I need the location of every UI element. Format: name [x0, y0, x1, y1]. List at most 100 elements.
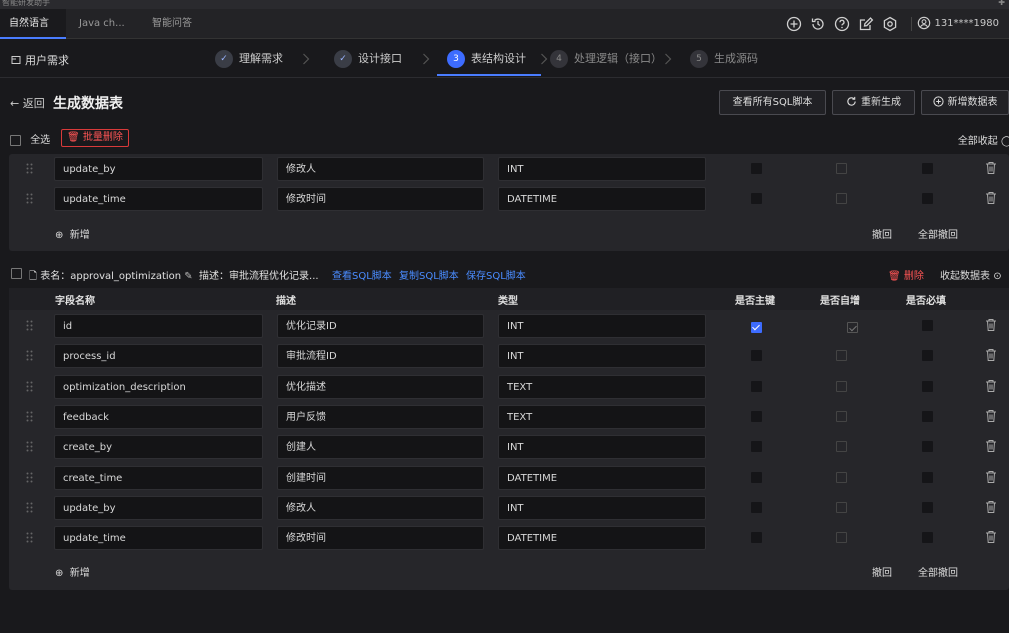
table-select-checkbox[interactable] [11, 268, 22, 279]
user-menu[interactable]: 131****1980 [917, 9, 999, 39]
add-table-button[interactable]: 新增数据表 [921, 90, 1009, 115]
tab-java-chat[interactable]: Java ch... [79, 9, 139, 39]
drag-handle-icon[interactable] [26, 532, 33, 543]
field-desc-input[interactable]: 修改人 [277, 495, 484, 520]
field-type-select[interactable]: DATETIME [498, 465, 706, 490]
trash-icon[interactable] [985, 409, 997, 423]
drag-handle-icon[interactable] [26, 193, 33, 204]
field-desc-input[interactable]: 修改时间 [277, 187, 484, 211]
edit-icon[interactable] [858, 16, 874, 32]
batch-delete-button[interactable]: 🗑 批量删除 [61, 129, 129, 147]
drag-handle-icon[interactable] [26, 411, 33, 422]
required-checkbox[interactable] [922, 501, 933, 513]
auto-increment-checkbox[interactable] [836, 350, 847, 362]
field-type-select[interactable]: INT [498, 495, 706, 520]
auto-increment-checkbox[interactable] [836, 532, 847, 544]
requirement-link[interactable]: 用户需求 [11, 52, 69, 68]
undo-all-button[interactable]: 全部撤回 [918, 564, 958, 579]
primary-key-checkbox[interactable] [751, 471, 762, 483]
settings-icon[interactable] [882, 16, 898, 32]
auto-increment-checkbox[interactable] [836, 163, 847, 174]
required-checkbox[interactable] [922, 410, 933, 422]
field-type-select[interactable]: INT [498, 314, 706, 338]
trash-icon[interactable] [985, 348, 997, 362]
primary-key-checkbox[interactable] [751, 380, 762, 392]
trash-icon[interactable] [985, 530, 997, 544]
field-name-input[interactable]: create_time [54, 465, 263, 490]
drag-handle-icon[interactable] [26, 502, 33, 513]
primary-key-checkbox[interactable] [751, 410, 762, 422]
field-desc-input[interactable]: 审批流程ID [277, 344, 484, 369]
primary-key-checkbox[interactable] [751, 501, 762, 513]
add-field-button[interactable]: ⊕ 新增 [55, 564, 90, 579]
field-type-select[interactable]: INT [498, 344, 706, 369]
trash-icon[interactable] [985, 318, 997, 332]
trash-icon[interactable] [985, 500, 997, 514]
tab-smart-qa[interactable]: 智能问答 [152, 9, 212, 39]
auto-increment-checkbox[interactable] [847, 321, 858, 333]
drag-handle-icon[interactable] [26, 320, 33, 331]
delete-table-button[interactable]: 🗑 删除 [888, 267, 924, 282]
undo-button[interactable]: 撤回 [872, 564, 892, 579]
auto-increment-checkbox[interactable] [836, 380, 847, 392]
collapse-all-button[interactable]: 全部收起 ◯ [958, 132, 1009, 148]
field-name-input[interactable]: process_id [54, 344, 263, 369]
drag-handle-icon[interactable] [26, 350, 33, 361]
primary-key-checkbox[interactable] [751, 163, 762, 174]
trash-icon[interactable] [985, 439, 997, 453]
required-checkbox[interactable] [922, 441, 933, 453]
collapse-table-button[interactable]: 收起数据表 ⊙ [940, 267, 1002, 282]
select-all-checkbox[interactable] [10, 134, 21, 146]
pin-icon[interactable]: ✚ [998, 0, 1005, 7]
field-name-input[interactable]: update_time [54, 526, 263, 551]
field-name-input[interactable]: update_by [54, 495, 263, 520]
history-icon[interactable] [810, 16, 826, 32]
field-name-input[interactable]: feedback [54, 404, 263, 429]
field-type-select[interactable]: TEXT [498, 374, 706, 399]
view-all-sql-button[interactable]: 查看所有SQL脚本 [719, 90, 826, 115]
field-name-input[interactable]: update_by [54, 157, 263, 181]
required-checkbox[interactable] [922, 471, 933, 483]
undo-button[interactable]: 撤回 [872, 226, 892, 241]
primary-key-checkbox[interactable] [751, 532, 762, 544]
required-checkbox[interactable] [922, 193, 933, 204]
plus-circle-icon[interactable] [786, 16, 802, 32]
back-button[interactable]: ← 返回 [10, 95, 45, 111]
trash-icon[interactable] [985, 161, 997, 175]
field-name-input[interactable]: optimization_description [54, 374, 263, 399]
drag-handle-icon[interactable] [26, 472, 33, 483]
required-checkbox[interactable] [922, 163, 933, 174]
auto-increment-checkbox[interactable] [836, 410, 847, 422]
required-checkbox[interactable] [922, 350, 933, 362]
auto-increment-checkbox[interactable] [836, 193, 847, 204]
drag-handle-icon[interactable] [26, 163, 33, 174]
required-checkbox[interactable] [922, 380, 933, 392]
edit-icon[interactable]: ✎ [184, 271, 192, 282]
help-icon[interactable] [834, 16, 850, 32]
field-type-select[interactable]: DATETIME [498, 526, 706, 551]
auto-increment-checkbox[interactable] [836, 441, 847, 453]
trash-icon[interactable] [985, 191, 997, 205]
auto-increment-checkbox[interactable] [836, 501, 847, 513]
auto-increment-checkbox[interactable] [836, 471, 847, 483]
primary-key-checkbox[interactable] [751, 350, 762, 362]
required-checkbox[interactable] [922, 532, 933, 544]
regenerate-button[interactable]: 重新生成 [832, 90, 915, 115]
field-type-select[interactable]: DATETIME [498, 187, 706, 211]
field-type-select[interactable]: INT [498, 157, 706, 181]
add-field-button[interactable]: ⊕ 新增 [55, 226, 90, 241]
tab-natural-language[interactable]: 自然语言 [0, 9, 66, 39]
drag-handle-icon[interactable] [26, 441, 33, 452]
field-type-select[interactable]: TEXT [498, 404, 706, 429]
field-desc-input[interactable]: 用户反馈 [277, 404, 484, 429]
save-sql-link[interactable]: 保存SQL脚本 [466, 267, 526, 282]
field-desc-input[interactable]: 修改时间 [277, 526, 484, 551]
field-desc-input[interactable]: 创建时间 [277, 465, 484, 490]
trash-icon[interactable] [985, 379, 997, 393]
field-desc-input[interactable]: 优化记录ID [277, 314, 484, 338]
select-all[interactable]: 全选 [10, 131, 50, 146]
trash-icon[interactable] [985, 470, 997, 484]
field-desc-input[interactable]: 修改人 [277, 157, 484, 181]
required-checkbox[interactable] [922, 320, 933, 331]
undo-all-button[interactable]: 全部撤回 [918, 226, 958, 241]
